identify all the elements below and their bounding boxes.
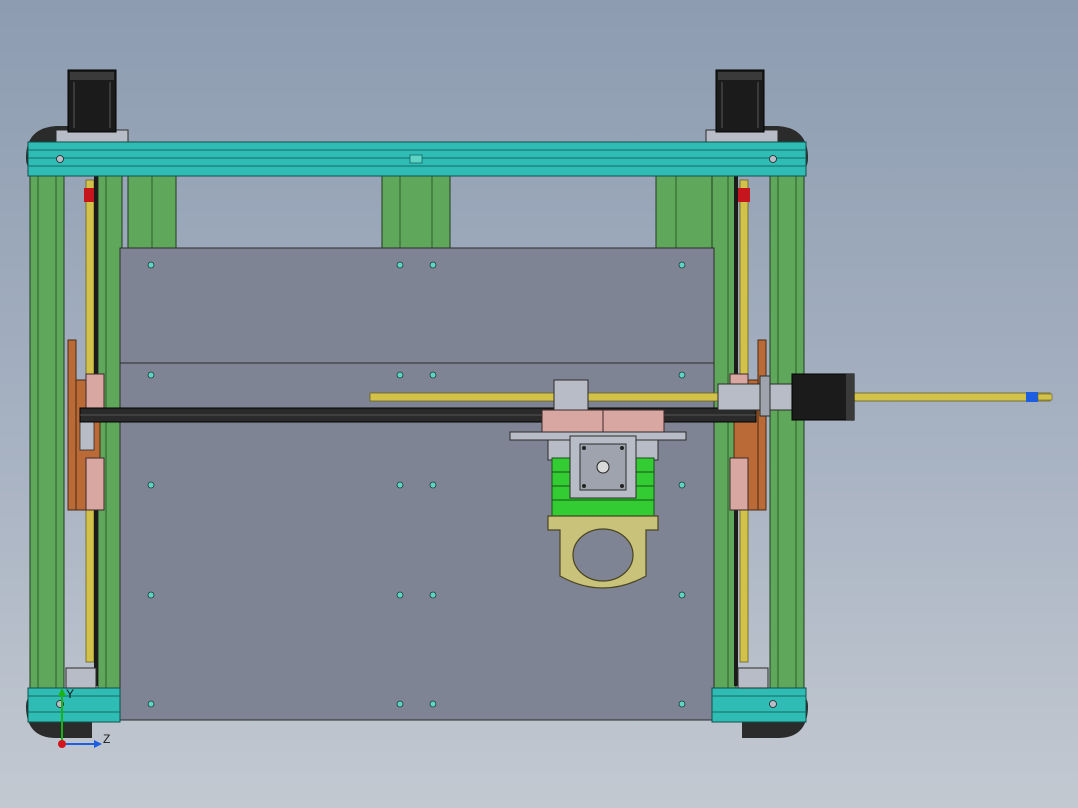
plate-bolt <box>678 371 686 379</box>
upright-right-inner <box>711 169 737 691</box>
plate-bolt <box>396 371 404 379</box>
plate-bolt <box>678 591 686 599</box>
plate-bolt <box>678 261 686 269</box>
plate-bolt <box>396 481 404 489</box>
plate-bolt <box>429 591 437 599</box>
plate-bolt <box>147 591 155 599</box>
axis-z-label: Z <box>103 732 110 746</box>
plate-bolt <box>147 481 155 489</box>
z-motor-left <box>55 69 129 143</box>
axis-origin <box>58 740 66 748</box>
plate-bolt <box>429 700 437 708</box>
axis-y-label: Y <box>66 687 74 701</box>
plate-bolt <box>396 591 404 599</box>
plate-bolt <box>396 700 404 708</box>
plate-bolt <box>429 371 437 379</box>
upright-right-outer <box>769 169 805 691</box>
upright-left-outer <box>29 169 65 691</box>
plate-bolt <box>147 261 155 269</box>
upright-left-inner <box>97 169 123 691</box>
plate-bolt <box>678 481 686 489</box>
plate-bolt <box>147 371 155 379</box>
plate-bolt <box>429 261 437 269</box>
cad-viewport[interactable]: Y Z <box>0 0 1078 808</box>
x-lead-screw <box>369 392 1053 402</box>
plate-bolt <box>678 700 686 708</box>
plate-bolt <box>147 700 155 708</box>
top-frame-beam <box>27 141 807 177</box>
z-motor-right <box>705 69 779 143</box>
plate-bolt <box>429 481 437 489</box>
plate-bolt <box>396 261 404 269</box>
